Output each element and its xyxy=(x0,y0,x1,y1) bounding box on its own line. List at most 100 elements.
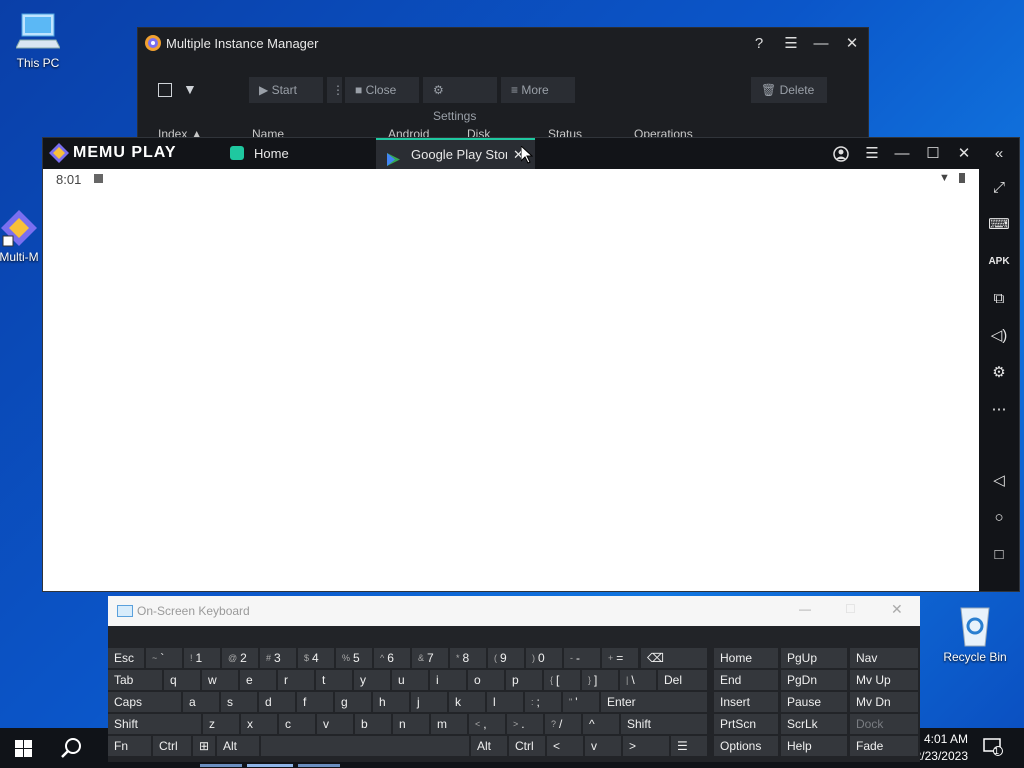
osk-key[interactable]: u xyxy=(392,670,428,690)
osk-key[interactable]: y xyxy=(354,670,390,690)
osk-key[interactable]: z xyxy=(203,714,239,734)
osk-key[interactable]: q xyxy=(164,670,200,690)
close-instance-button[interactable]: ■ Close xyxy=(345,77,419,103)
menu-icon[interactable]: ☰ xyxy=(779,33,803,55)
maximize-button[interactable]: ☐ xyxy=(921,142,945,166)
osk-nav-key[interactable]: Fade xyxy=(850,736,918,756)
osk-key[interactable]: k xyxy=(449,692,485,712)
osk-key[interactable]: Alt xyxy=(471,736,507,756)
osk-key[interactable]: * 8 xyxy=(450,648,486,668)
osk-key[interactable]: <, xyxy=(469,714,505,734)
fullscreen-icon[interactable]: ⤢ xyxy=(987,176,1011,200)
osk-key[interactable]: ~ ` xyxy=(146,648,182,668)
osk-nav-key[interactable]: Pause xyxy=(781,692,847,712)
osk-key[interactable]: ^ xyxy=(583,714,619,734)
osk-key[interactable]: p xyxy=(506,670,542,690)
osk-key[interactable]: v xyxy=(585,736,621,756)
menu-icon[interactable]: ☰ xyxy=(860,142,884,166)
osk-key[interactable]: | \ xyxy=(620,670,656,690)
start-button[interactable]: ▶ Start xyxy=(249,77,323,103)
osk-key[interactable]: #3 xyxy=(260,648,296,668)
osk-nav-key[interactable]: Nav xyxy=(850,648,918,668)
osk-key[interactable]: Shift xyxy=(108,714,201,734)
osk-nav-key[interactable]: ScrLk xyxy=(781,714,847,734)
osk-key[interactable]: j xyxy=(411,692,447,712)
settings-button[interactable]: ⚙ Settings xyxy=(423,77,497,123)
back-icon[interactable]: ◁ xyxy=(987,469,1011,493)
recents-icon[interactable]: □ xyxy=(987,543,1011,567)
osk-key[interactable]: (9 xyxy=(488,648,524,668)
osk-key[interactable]: c xyxy=(279,714,315,734)
osk-key[interactable]: @2 xyxy=(222,648,258,668)
account-icon[interactable] xyxy=(829,142,853,166)
notification-center-icon[interactable] xyxy=(983,738,1003,759)
osk-key[interactable]: " ' xyxy=(563,692,599,712)
keyboard-mapping-icon[interactable]: ⌨ xyxy=(987,213,1011,237)
osk-nav-key[interactable]: Home xyxy=(714,648,778,668)
select-all-checkbox[interactable] xyxy=(158,83,172,97)
osk-key[interactable]: Ctrl xyxy=(509,736,545,756)
close-button[interactable]: ✕ xyxy=(891,601,903,618)
delete-button[interactable]: 🗑 Delete xyxy=(751,77,827,103)
osk-key[interactable]: w xyxy=(202,670,238,690)
osk-key[interactable]: e xyxy=(240,670,276,690)
osk-key[interactable]: -- xyxy=(564,648,600,668)
osk-key[interactable]: i xyxy=(430,670,466,690)
osk-nav-key[interactable]: Help xyxy=(781,736,847,756)
osk-key[interactable]: h xyxy=(373,692,409,712)
osk-key[interactable]: n xyxy=(393,714,429,734)
multi-window-icon[interactable]: ⧉ xyxy=(987,287,1011,311)
osk-key[interactable]: < xyxy=(547,736,583,756)
osk-nav-key[interactable]: End xyxy=(714,670,778,690)
osk-key[interactable]: s xyxy=(221,692,257,712)
osk-key[interactable]: > xyxy=(623,736,669,756)
minimize-button[interactable]: — xyxy=(809,33,833,55)
close-button[interactable]: ✕ xyxy=(952,142,976,166)
osk-key[interactable]: & 7 xyxy=(412,648,448,668)
osk-key[interactable]: Enter xyxy=(601,692,707,712)
osk-key[interactable]: ! 1 xyxy=(184,648,220,668)
filter-icon[interactable]: ▼ xyxy=(183,81,197,97)
osk-key[interactable]: ) 0 xyxy=(526,648,562,668)
osk-nav-key[interactable]: PrtScn xyxy=(714,714,778,734)
home-icon[interactable]: ○ xyxy=(987,506,1011,530)
osk-key[interactable]: m xyxy=(431,714,467,734)
osk-key[interactable]: t xyxy=(316,670,352,690)
osk-key[interactable]: ⊞ xyxy=(193,736,215,756)
tab-home[interactable]: Home xyxy=(228,138,368,169)
more-icon[interactable]: ⋯ xyxy=(987,398,1011,422)
help-icon[interactable]: ? xyxy=(747,33,771,55)
osk-nav-key[interactable]: PgDn xyxy=(781,670,847,690)
osk-key[interactable]: r xyxy=(278,670,314,690)
collapse-sidebar-icon[interactable]: « xyxy=(987,142,1011,166)
settings-icon[interactable]: ⚙ xyxy=(987,361,1011,385)
osk-key[interactable]: ☰ xyxy=(671,736,707,756)
osk-key[interactable]: Alt xyxy=(217,736,259,756)
desktop-icon-this-pc[interactable]: This PC xyxy=(0,10,76,70)
osk-key[interactable]: d xyxy=(259,692,295,712)
search-icon[interactable] xyxy=(60,737,82,762)
osk-key[interactable]: :; xyxy=(525,692,561,712)
osk-nav-key[interactable]: Mv Dn xyxy=(850,692,918,712)
minimize-button[interactable]: — xyxy=(890,142,914,166)
desktop-icon-recycle-bin[interactable]: Recycle Bin xyxy=(937,602,1013,664)
osk-key[interactable]: g xyxy=(335,692,371,712)
osk-key[interactable]: x xyxy=(241,714,277,734)
osk-key[interactable]: }] xyxy=(582,670,618,690)
osk-nav-key[interactable]: Options xyxy=(714,736,778,756)
osk-key[interactable]: Ctrl xyxy=(153,736,191,756)
start-icon[interactable] xyxy=(15,740,32,760)
osk-key[interactable]: ⌫ xyxy=(641,648,707,668)
osk-key[interactable]: {[ xyxy=(544,670,580,690)
osk-nav-key[interactable]: Insert xyxy=(714,692,778,712)
minimize-button[interactable]: — xyxy=(799,602,811,616)
osk-key[interactable]: o xyxy=(468,670,504,690)
osk-key[interactable]: Shift xyxy=(621,714,707,734)
osk-key[interactable]: Fn xyxy=(108,736,151,756)
osk-key[interactable]: Del xyxy=(658,670,707,690)
more-button[interactable]: ≡ More xyxy=(501,77,575,103)
osk-key[interactable]: f xyxy=(297,692,333,712)
osk-key[interactable]: a xyxy=(183,692,219,712)
android-screen[interactable]: 8:01 ▼ xyxy=(43,169,979,591)
close-button[interactable]: ✕ xyxy=(840,33,864,55)
